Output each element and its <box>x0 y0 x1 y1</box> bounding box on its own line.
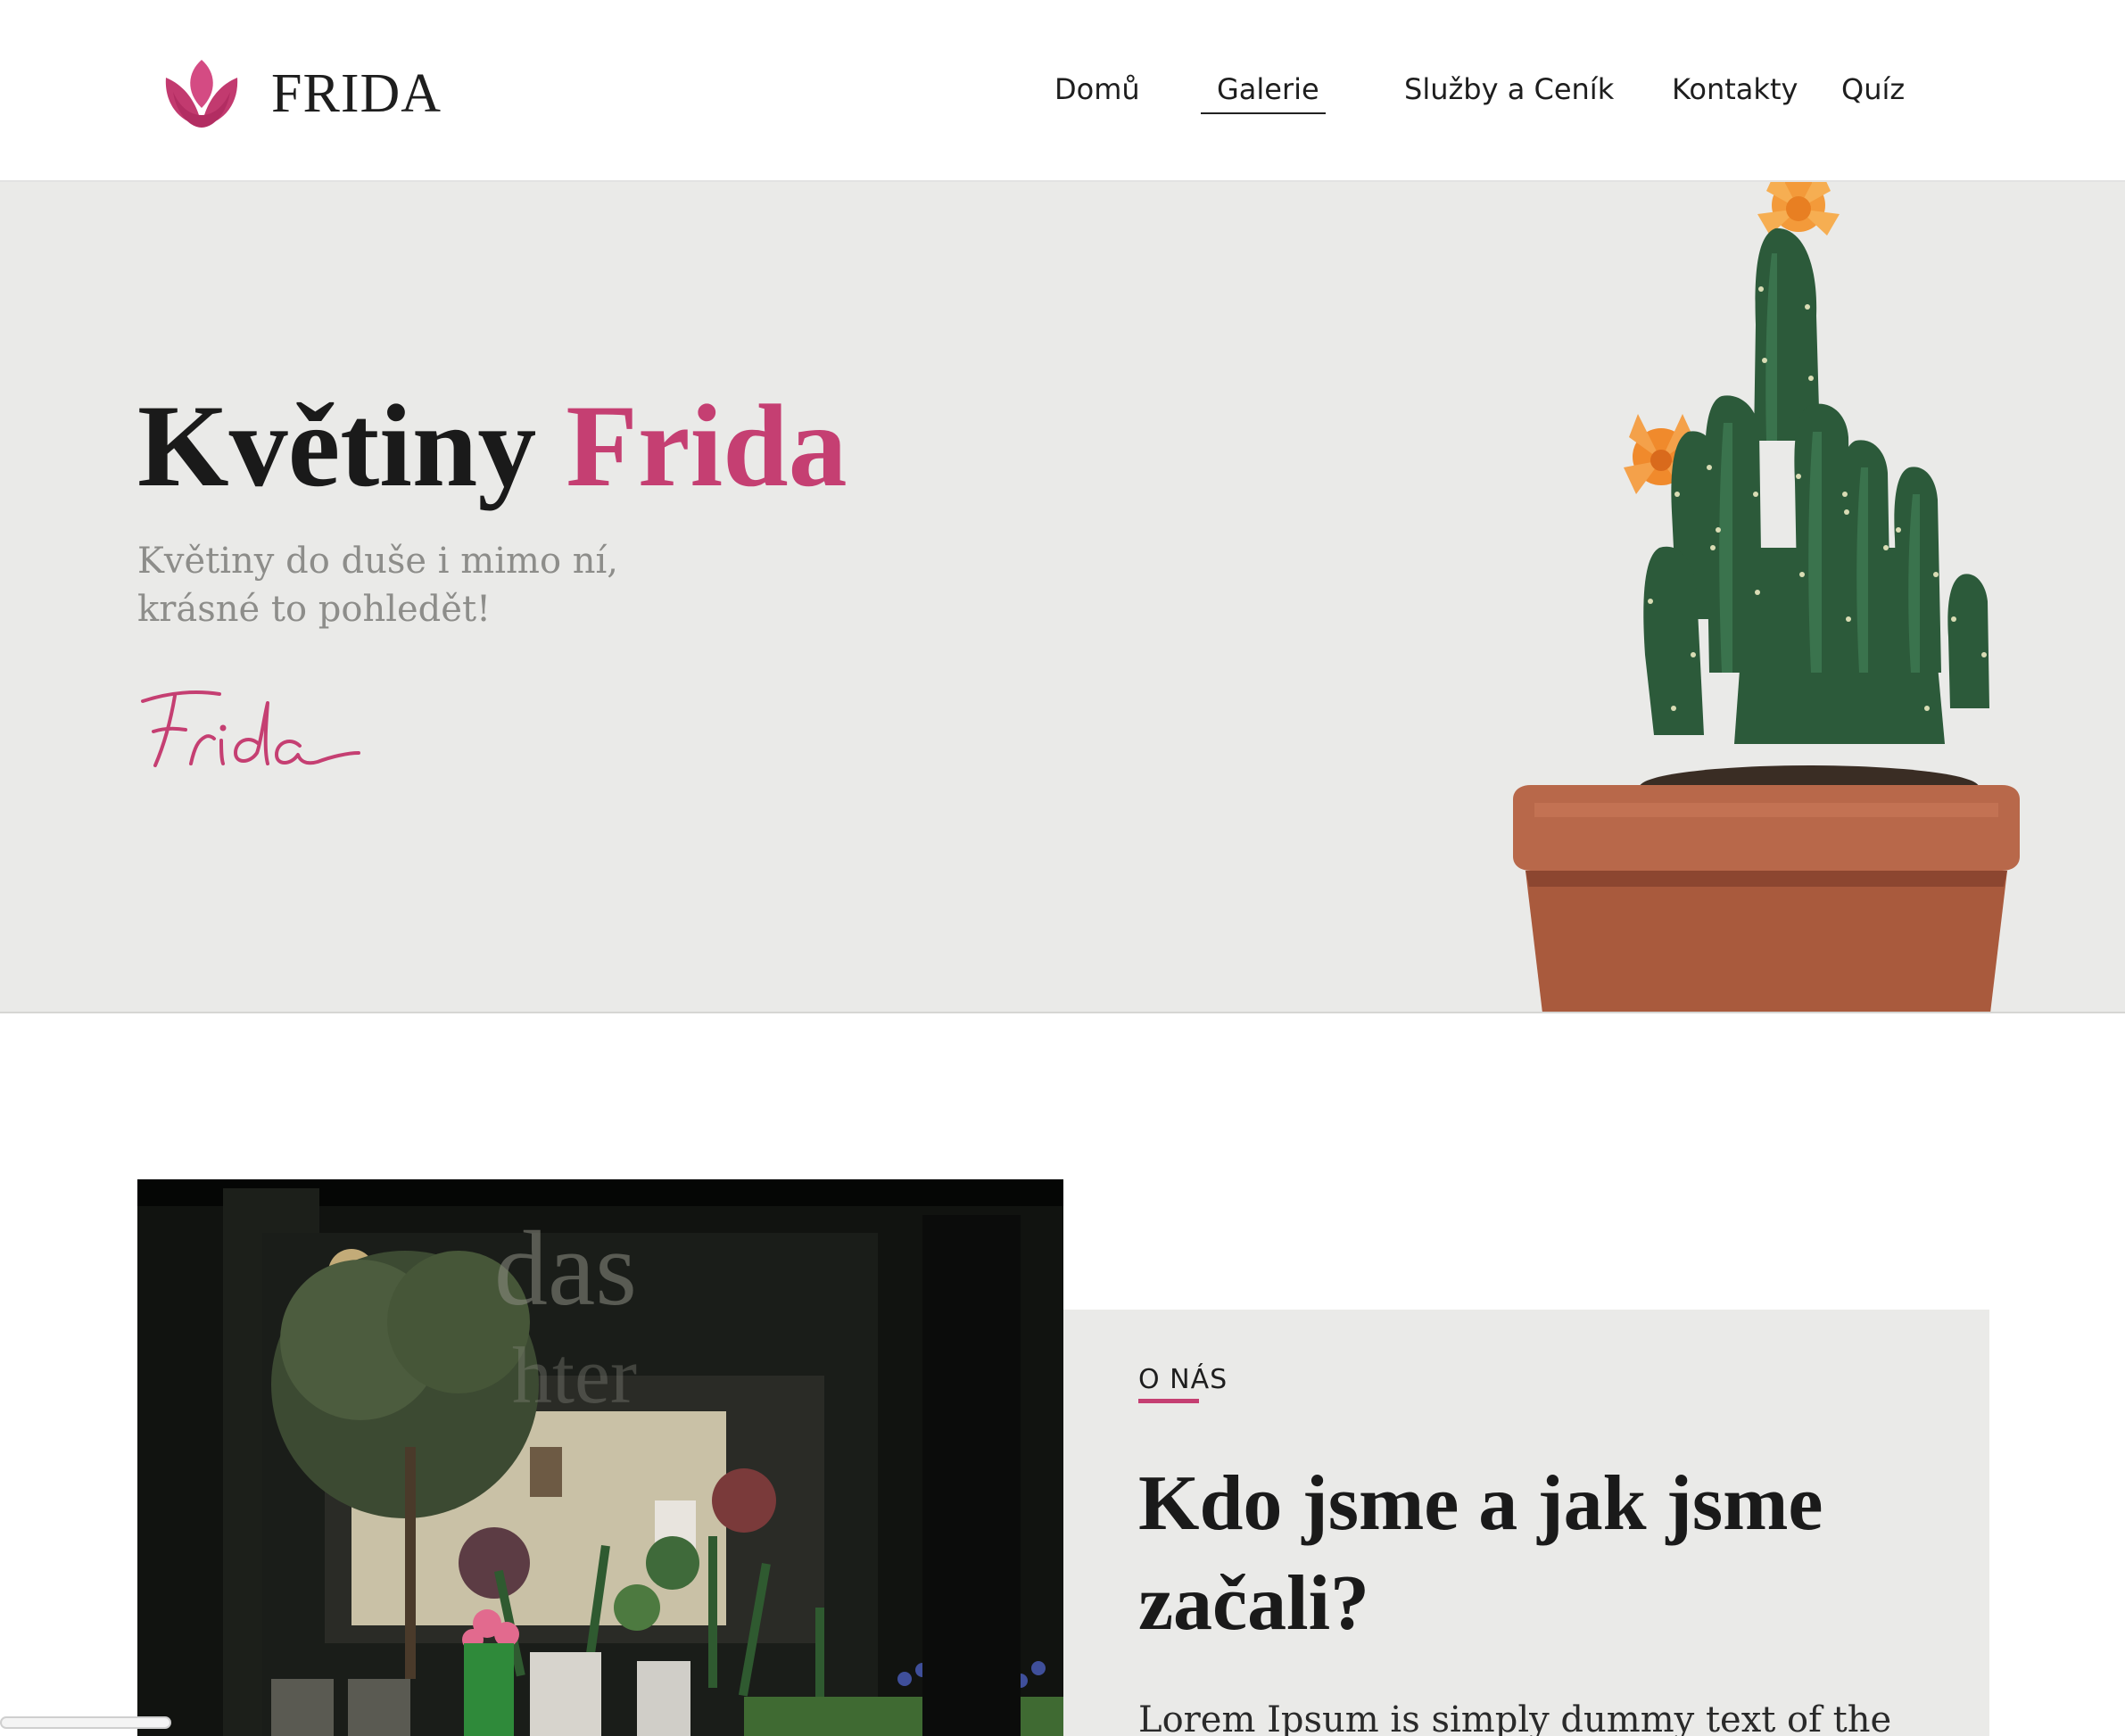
site-header: FRIDA Domů Galerie Služby a Ceník Kontak… <box>0 0 2125 182</box>
nav-item-domu[interactable]: Domů <box>1054 75 1140 103</box>
nav-item-sluzby-a-cenik[interactable]: Služby a Ceník <box>1404 75 1614 103</box>
nav-item-galerie[interactable]: Galerie <box>1217 75 1319 103</box>
hero-title-main: Květiny <box>137 380 537 511</box>
hero-section: Květiny Frida Květiny do duše i mimo ní,… <box>0 182 2125 1013</box>
hero-subtitle-line2: krásné to pohledět! <box>137 589 492 630</box>
svg-text:hter: hter <box>512 1332 637 1420</box>
hero-title: Květiny Frida <box>137 387 848 505</box>
nav-active-underline <box>1201 112 1326 114</box>
brand-name: FRIDA <box>271 63 442 124</box>
svg-text:das: das <box>494 1209 637 1327</box>
brand-logo[interactable]: FRIDA <box>161 54 442 134</box>
horizontal-scrollbar[interactable] <box>0 1716 171 1729</box>
tulip-icon <box>165 60 238 128</box>
about-body-text: Lorem Ipsum is simply dummy text of the <box>1138 1699 1892 1736</box>
flower-shop-window-photo: das hter <box>137 1179 1063 1736</box>
hero-subtitle: Květiny do duše i mimo ní, krásné to poh… <box>137 537 708 633</box>
about-heading-line1: Kdo jsme a jak jsme <box>1138 1460 1823 1547</box>
signature-frida <box>141 690 360 767</box>
about-eyebrow-accent-bar <box>1138 1399 1199 1403</box>
about-eyebrow: O NÁS <box>1138 1364 1228 1395</box>
nav-item-kontakty[interactable]: Kontakty <box>1672 75 1798 103</box>
potted-cactus-image <box>1513 182 2020 1012</box>
nav-item-quiz[interactable]: Quíz <box>1841 75 1905 103</box>
about-heading: Kdo jsme a jak jsme začali? <box>1138 1454 1870 1654</box>
cactus-flower-top <box>1757 182 1840 236</box>
hero-subtitle-line1: Květiny do duše i mimo ní, <box>137 541 619 582</box>
hero-title-accent: Frida <box>566 380 848 511</box>
about-heading-line2: začali? <box>1138 1560 1370 1647</box>
